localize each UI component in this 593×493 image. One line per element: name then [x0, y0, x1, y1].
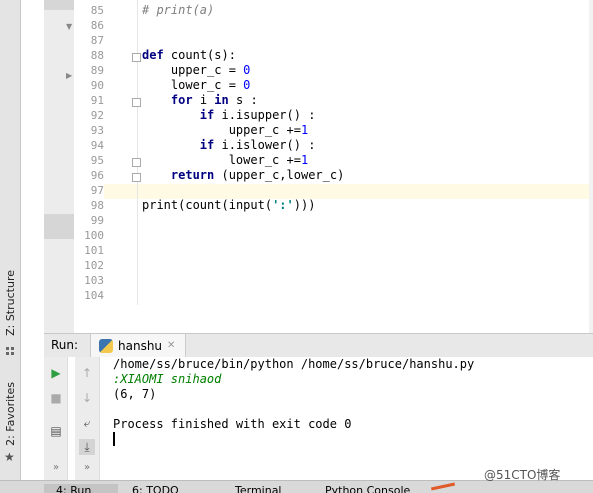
line-number: 91 — [90, 94, 104, 107]
line-number: 99 — [90, 214, 104, 227]
line-number: 100 — [84, 229, 104, 242]
stop-icon[interactable]: ■ — [48, 390, 64, 406]
structure-tab[interactable]: Z: Structure — [0, 262, 20, 344]
favorites-tab[interactable]: 2: Favorites — [0, 374, 20, 454]
code-line: for i in s : — [170, 93, 258, 107]
console-line: (6, 7) — [113, 387, 157, 401]
console-output: /home/ss/bruce/bin/python /home/ss/bruce… — [113, 357, 474, 432]
editor-right-margin — [589, 0, 593, 333]
line-number: 103 — [84, 274, 104, 287]
arrow-up-icon[interactable]: ↑ — [79, 365, 95, 381]
line-number: 86 — [90, 19, 104, 32]
line-number: 102 — [84, 259, 104, 272]
editor-gutter — [44, 0, 74, 333]
console-input-line: :XIAOMI snihaod — [113, 372, 222, 386]
code-line: lower_c = 0 — [170, 78, 251, 92]
code-lines: # print(a) def count(s): upper_c = 0 low… — [142, 3, 344, 213]
line-number: 96 — [90, 169, 104, 182]
run-toolbar-right: ↑ ↓ ⤶ ⤓ » — [75, 357, 100, 480]
collapsed-arrow-icon[interactable]: ▶ — [66, 71, 72, 80]
run-tab-hanshu[interactable]: hanshu ✕ — [90, 334, 187, 357]
line-number: 95 — [90, 154, 104, 167]
layout-icon[interactable]: ▤ — [48, 423, 64, 439]
line-number: 89 — [90, 64, 104, 77]
python-icon — [99, 338, 113, 353]
fold-marker[interactable] — [132, 173, 141, 182]
fold-marker[interactable] — [132, 98, 141, 107]
line-number: 90 — [90, 79, 104, 92]
fold-marker[interactable] — [132, 53, 141, 62]
line-number: 85 — [90, 4, 104, 17]
line-number: 88 — [90, 49, 104, 62]
more-icon[interactable]: » — [79, 459, 95, 475]
line-number: 97 — [90, 184, 104, 197]
code-line: if i.isupper() : — [199, 108, 316, 122]
code-line: if i.islower() : — [199, 138, 316, 152]
line-number: 104 — [84, 289, 104, 302]
close-icon[interactable]: ✕ — [167, 340, 175, 351]
star-icon: ★ — [4, 450, 15, 464]
code-line: return (upper_c,lower_c) — [170, 168, 345, 182]
line-number: 98 — [90, 199, 104, 212]
gutter-separator — [137, 0, 138, 305]
code-line: # print(a) — [142, 3, 215, 17]
code-line: def count(s): — [142, 48, 236, 62]
scroll-to-end-icon[interactable]: ⤓ — [79, 439, 95, 455]
line-number: 101 — [84, 244, 104, 257]
structure-icon — [6, 347, 14, 355]
line-number: 94 — [90, 139, 104, 152]
text-cursor — [113, 432, 115, 446]
code-line: upper_c = 0 — [170, 63, 251, 77]
run-toolbar-left: ▶ ■ ▤ » — [44, 357, 68, 480]
console-line: Process finished with exit code 0 — [113, 417, 352, 431]
fold-marker[interactable] — [132, 158, 141, 167]
arrow-down-icon[interactable]: ↓ — [79, 390, 95, 406]
run-icon[interactable]: ▶ — [48, 365, 64, 381]
line-numbers: 85 86 87 88 89 90 91 92 93 94 95 96 97 9… — [74, 3, 104, 303]
line-number: 92 — [90, 109, 104, 122]
soft-wrap-icon[interactable]: ⤶ — [79, 415, 95, 431]
line-number: 87 — [90, 34, 104, 47]
run-panel-title: Run: — [51, 338, 79, 352]
code-line: print(count(input(':'))) — [142, 198, 316, 212]
code-line: lower_c +=1 — [228, 153, 309, 167]
console-line: /home/ss/bruce/bin/python /home/ss/bruce… — [113, 357, 475, 371]
more-icon[interactable]: » — [48, 459, 64, 475]
run-panel-header: Run: hanshu ✕ — [44, 333, 593, 358]
run-tab-label: hanshu — [118, 338, 163, 353]
code-line: upper_c +=1 — [228, 123, 309, 137]
line-number: 93 — [90, 124, 104, 137]
watermark: @51CTO博客 — [484, 468, 561, 482]
fold-arrow-icon[interactable]: ▼ — [66, 22, 72, 31]
